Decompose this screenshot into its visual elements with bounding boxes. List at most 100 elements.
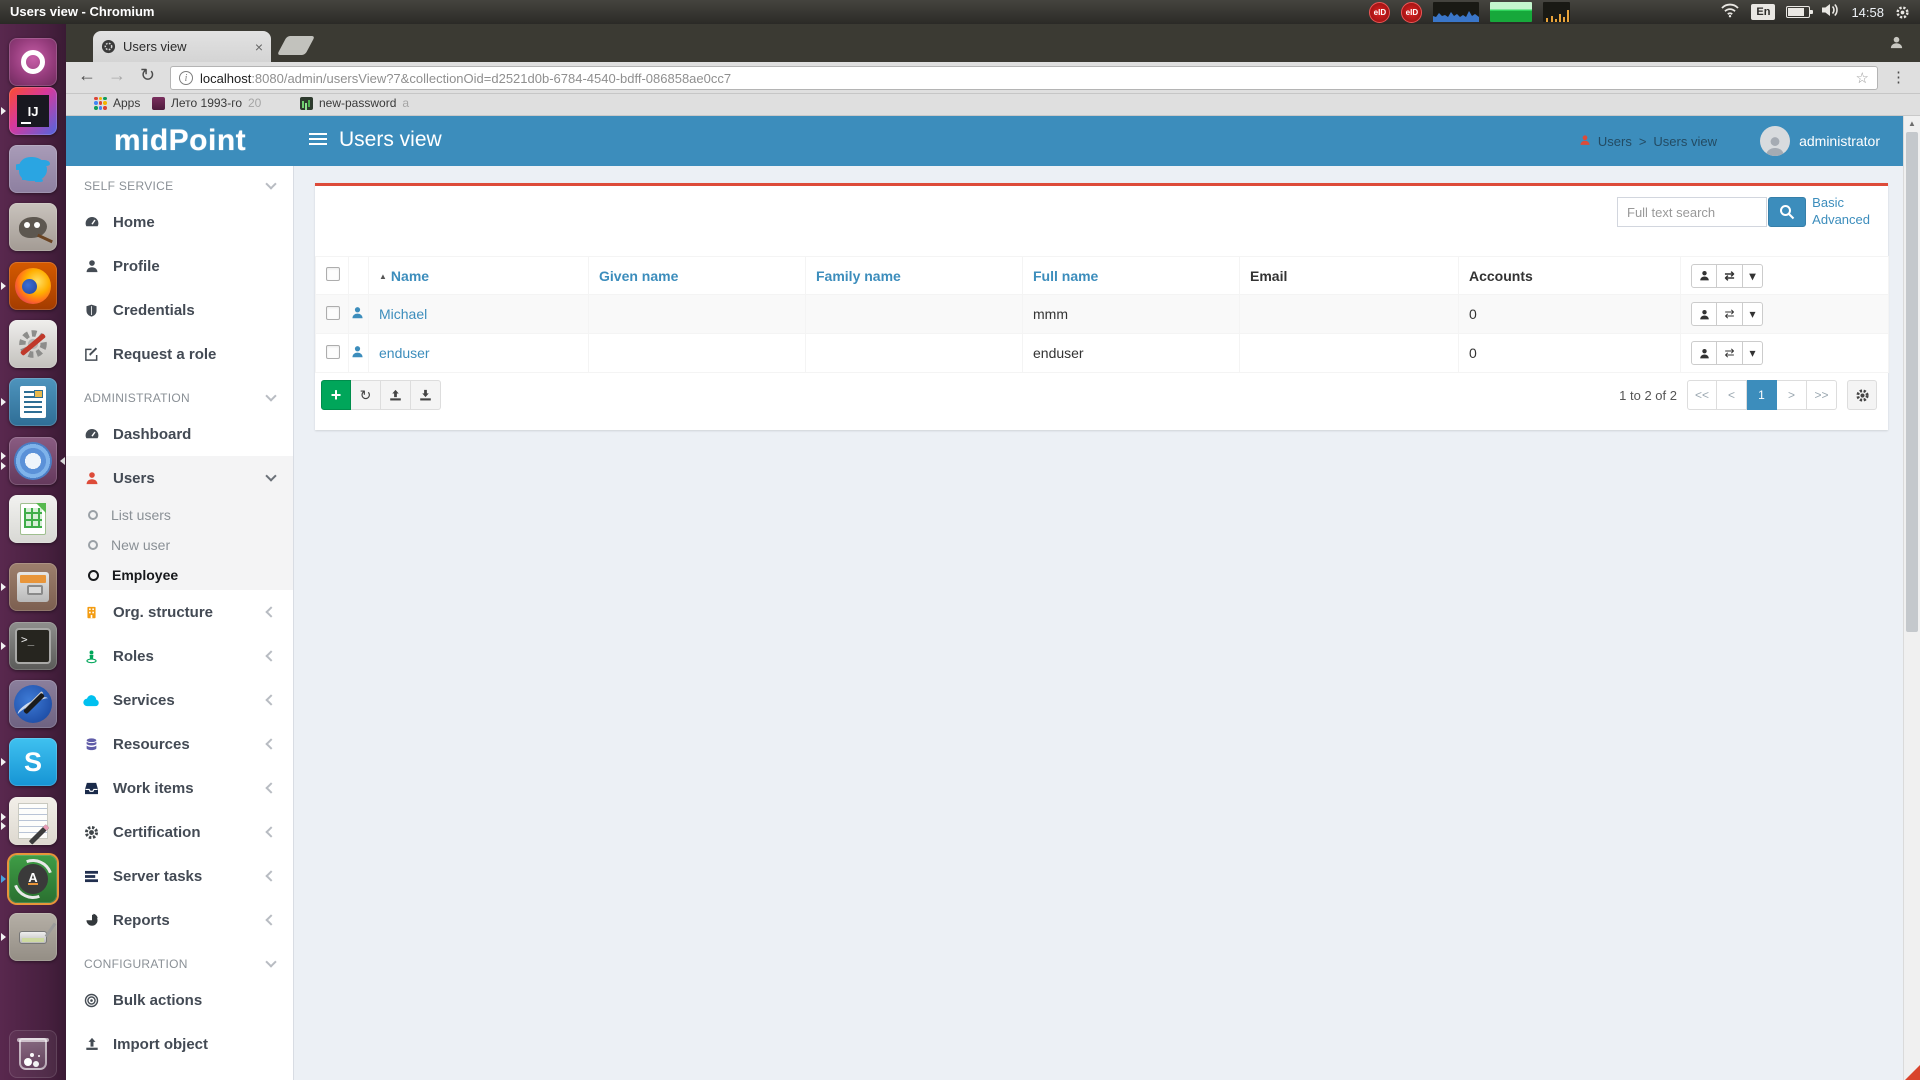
export-button[interactable] — [411, 380, 441, 410]
sidebar-section-self-service[interactable]: SELF SERVICE — [66, 172, 293, 200]
gimp-icon[interactable] — [9, 203, 57, 251]
system-settings-icon[interactable] — [9, 320, 57, 368]
sidebar-item-home[interactable]: Home — [66, 200, 293, 244]
sidebar-item-certification[interactable]: Certification — [66, 810, 293, 854]
wifi-icon[interactable] — [1720, 2, 1740, 23]
sidebar-item-credentials[interactable]: Credentials — [66, 288, 293, 332]
sort-by-family-name-link[interactable]: Family name — [816, 268, 901, 284]
person-action-button[interactable] — [1691, 302, 1717, 326]
url-bar[interactable]: i localhost:8080/admin/usersView?7&colle… — [170, 66, 1878, 90]
person-action-button[interactable] — [1691, 341, 1717, 365]
search-advanced-link[interactable]: Advanced — [1812, 211, 1870, 228]
libreoffice-calc-icon[interactable] — [9, 495, 57, 543]
sidebar-section-administration[interactable]: ADMINISTRATION — [66, 384, 293, 412]
sidebar-item-resources[interactable]: Resources — [66, 722, 293, 766]
sort-by-full-name-link[interactable]: Full name — [1033, 268, 1098, 284]
eid-indicator-icon[interactable]: eID — [1369, 2, 1390, 23]
sidebar-item-bulk-actions[interactable]: Bulk actions — [66, 978, 293, 1022]
bookmark-apps[interactable]: Apps — [94, 96, 140, 110]
memory-graph-icon[interactable] — [1490, 2, 1532, 22]
user-name-link[interactable]: Michael — [379, 306, 427, 322]
refresh-button[interactable]: ↻ — [351, 380, 381, 410]
browser-tab[interactable]: Users view × — [93, 31, 271, 62]
fulltext-search-input[interactable] — [1617, 197, 1767, 227]
forward-button[interactable]: → — [108, 65, 126, 86]
sidebar-item-work-items[interactable]: Work items — [66, 766, 293, 810]
reload-button[interactable]: ↻ — [140, 65, 155, 86]
sidebar-item-org-structure[interactable]: Org. structure — [66, 590, 293, 634]
volume-icon[interactable] — [1821, 2, 1840, 23]
browser-profile-icon[interactable] — [1889, 35, 1904, 55]
sidebar-item-server-tasks[interactable]: Server tasks — [66, 854, 293, 898]
swap-action-button[interactable]: ⇄ — [1717, 264, 1743, 288]
file-archive-icon[interactable] — [9, 563, 57, 611]
person-action-button[interactable] — [1691, 264, 1717, 288]
browser-menu-icon[interactable]: ⋮ — [1891, 68, 1906, 86]
sidebar-item-profile[interactable]: Profile — [66, 244, 293, 288]
more-actions-button[interactable]: ▾ — [1743, 264, 1763, 288]
sync-tool-icon[interactable]: A — [9, 855, 57, 903]
add-user-button[interactable]: + — [321, 380, 351, 410]
more-actions-button[interactable]: ▾ — [1743, 302, 1763, 326]
clock[interactable]: 14:58 — [1851, 5, 1884, 20]
import-button[interactable] — [381, 380, 411, 410]
bookmark-star-icon[interactable]: ☆ — [1856, 69, 1869, 87]
chromium-icon[interactable] — [9, 437, 57, 485]
page-first-button[interactable]: << — [1687, 380, 1717, 410]
breadcrumb-parent[interactable]: Users — [1598, 134, 1632, 149]
scroll-up-icon[interactable]: ▲ — [1904, 119, 1920, 128]
bookmark-item[interactable]: new-password a — [300, 96, 409, 110]
intellij-idea-icon[interactable]: IJ — [9, 87, 57, 135]
swap-action-button[interactable]: ⇄ — [1717, 341, 1743, 365]
sidebar-item-users[interactable]: Users — [66, 456, 293, 500]
sidebar-item-employee[interactable]: Employee — [66, 560, 293, 590]
keyboard-layout-indicator[interactable]: En — [1751, 4, 1775, 20]
sort-by-name-link[interactable]: Name — [391, 268, 429, 284]
new-tab-button[interactable] — [277, 36, 315, 55]
page-prev-button[interactable]: < — [1717, 380, 1747, 410]
paint-splat-app-icon[interactable] — [9, 145, 57, 193]
select-all-checkbox[interactable] — [326, 267, 340, 281]
sidebar-item-services[interactable]: Services — [66, 678, 293, 722]
notes-editor-icon[interactable] — [9, 797, 57, 845]
sidebar-item-list-users[interactable]: List users — [66, 500, 293, 530]
sidebar-item-request-role[interactable]: Request a role — [66, 332, 293, 376]
table-settings-button[interactable] — [1847, 380, 1877, 410]
sidebar-item-dashboard[interactable]: Dashboard — [66, 412, 293, 456]
sidebar-section-configuration[interactable]: CONFIGURATION — [66, 950, 293, 978]
libreoffice-writer-icon[interactable] — [9, 378, 57, 426]
search-button[interactable] — [1768, 197, 1806, 227]
swap-action-button[interactable]: ⇄ — [1717, 302, 1743, 326]
midpoint-logo[interactable]: midPoint — [66, 116, 294, 166]
sidebar-item-new-user[interactable]: New user — [66, 530, 293, 560]
cpu-graph-icon[interactable] — [1433, 2, 1479, 22]
row-checkbox[interactable] — [326, 345, 340, 359]
scrollbar-thumb[interactable] — [1906, 132, 1918, 632]
user-menu[interactable]: administrator — [1760, 126, 1880, 156]
sidebar-item-reports[interactable]: Reports — [66, 898, 293, 942]
sort-by-given-name-link[interactable]: Given name — [599, 268, 678, 284]
page-1-button[interactable]: 1 — [1747, 380, 1777, 410]
pen-editor-icon[interactable] — [9, 680, 57, 728]
trash-icon[interactable] — [9, 1030, 57, 1078]
battery-icon[interactable] — [1786, 6, 1810, 18]
page-scrollbar[interactable]: ▲ — [1903, 116, 1920, 1080]
sidebar-item-import-object[interactable]: Import object — [66, 1022, 293, 1066]
more-actions-button[interactable]: ▾ — [1743, 341, 1763, 365]
firefox-icon[interactable] — [9, 262, 57, 310]
page-info-icon[interactable]: i — [179, 71, 193, 85]
sidebar-item-roles[interactable]: Roles — [66, 634, 293, 678]
paint-roller-icon[interactable] — [9, 913, 57, 961]
ubuntu-dash-icon[interactable] — [9, 38, 57, 86]
network-graph-icon[interactable] — [1543, 2, 1570, 22]
session-gear-icon[interactable] — [1895, 5, 1910, 20]
sidebar-toggle-icon[interactable] — [309, 133, 327, 148]
tab-close-icon[interactable]: × — [255, 39, 263, 55]
page-next-button[interactable]: > — [1777, 380, 1807, 410]
eid-indicator-icon[interactable]: eID — [1401, 2, 1422, 23]
search-basic-link[interactable]: Basic — [1812, 194, 1870, 211]
bookmark-item[interactable]: Лето 1993-го 20 — [152, 96, 261, 110]
back-button[interactable]: ← — [78, 65, 96, 86]
page-last-button[interactable]: >> — [1807, 380, 1837, 410]
user-name-link[interactable]: enduser — [379, 345, 430, 361]
